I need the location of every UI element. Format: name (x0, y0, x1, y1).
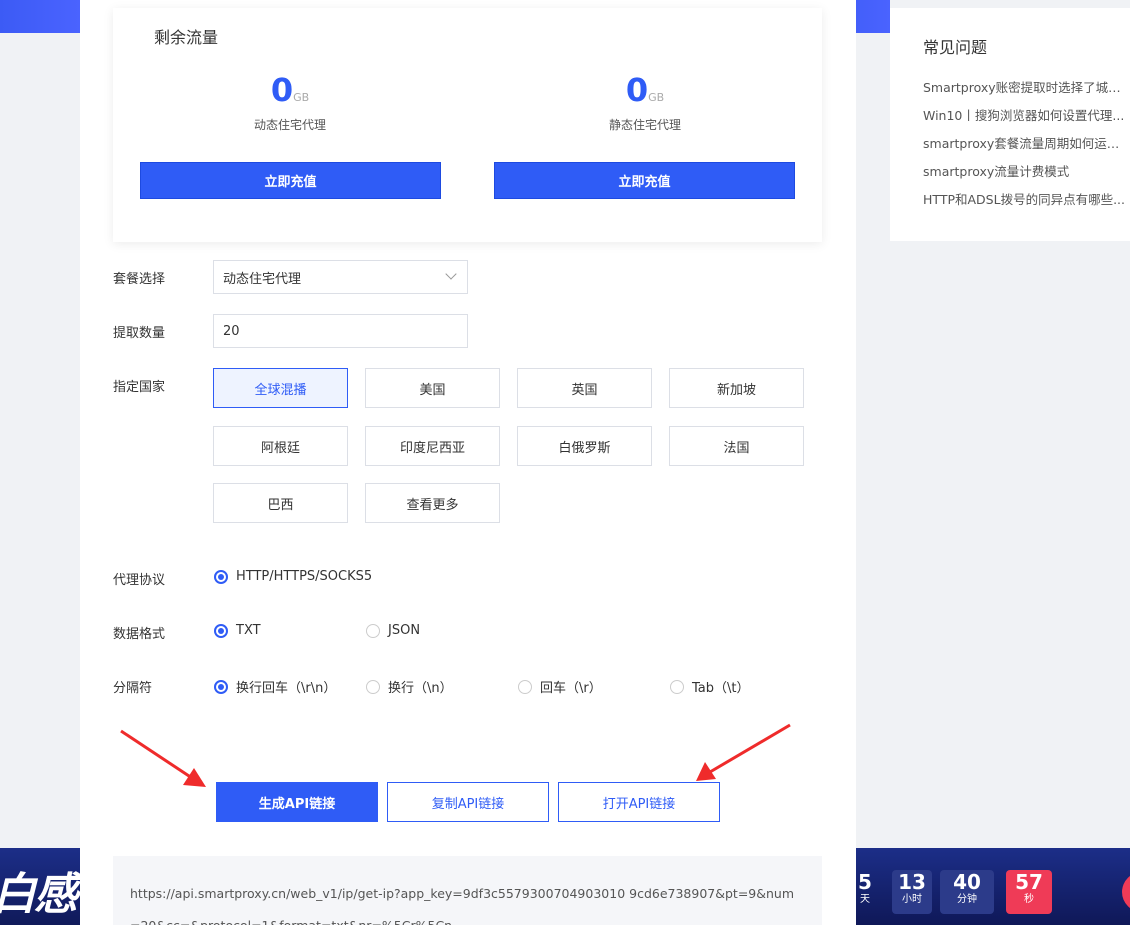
radio-checked-icon (214, 569, 228, 584)
package-select-value: 动态住宅代理 (223, 271, 302, 287)
format-radio-json[interactable]: JSON (366, 623, 420, 638)
countdown-unit: 秒 (1024, 894, 1034, 905)
separator-radio-cr[interactable]: 回车（\r） (518, 677, 602, 696)
radio-unchecked-icon (366, 623, 380, 638)
country-option-brazil[interactable]: 巴西 (213, 483, 348, 523)
stat-unit: GB (293, 91, 310, 104)
radio-label: HTTP/HTTPS/SOCKS5 (236, 569, 373, 584)
radio-label: 回车（\r） (540, 681, 602, 696)
promo-banner-right[interactable]: 5 天 13 小时 40 分钟 57 秒 (856, 848, 1130, 925)
radio-unchecked-icon (518, 679, 532, 694)
format-radio-txt[interactable]: TXT (214, 623, 261, 638)
recharge-button-dynamic[interactable]: 立即充值 (140, 162, 441, 199)
separator-radio-tab[interactable]: Tab（\t） (670, 677, 750, 696)
protocol-label: 代理协议 (113, 573, 166, 588)
promo-banner-left[interactable]: 白感 (0, 848, 80, 925)
faq-link[interactable]: Smartproxy账密提取时选择了城市... (923, 74, 1130, 102)
recharge-button-static[interactable]: 立即充值 (494, 162, 795, 199)
stat-value: 0 (270, 71, 294, 109)
copy-api-link-button[interactable]: 复制API链接 (387, 782, 549, 822)
card-title: 剩余流量 (154, 28, 219, 47)
stat-unit: GB (648, 91, 665, 104)
radio-label: TXT (236, 623, 261, 638)
quantity-label: 提取数量 (113, 326, 166, 341)
radio-label: JSON (388, 623, 421, 638)
format-label: 数据格式 (113, 627, 166, 642)
protocol-radio-http[interactable]: HTTP/HTTPS/SOCKS5 (214, 569, 372, 584)
radio-label: 换行回车（\r\n） (236, 681, 337, 696)
country-option-uk[interactable]: 英国 (517, 368, 652, 408)
faq-title: 常见问题 (923, 38, 988, 57)
faq-link[interactable]: smartproxy流量计费模式 (923, 158, 1130, 186)
faq-link[interactable]: Win10丨搜狗浏览器如何设置代理... (923, 102, 1130, 130)
country-option-belarus[interactable]: 白俄罗斯 (517, 426, 652, 466)
countdown-unit: 小时 (902, 894, 922, 905)
stat-label: 静态住宅代理 (608, 118, 681, 132)
countdown-number: 40 (953, 870, 981, 894)
country-label: 指定国家 (113, 380, 166, 395)
country-option-global[interactable]: 全球混播 (213, 368, 348, 408)
countdown-hours: 13 小时 (892, 870, 932, 914)
radio-checked-icon (214, 623, 228, 638)
faq-panel: 常见问题 Smartproxy账密提取时选择了城市... Win10丨搜狗浏览器… (890, 8, 1130, 241)
country-option-usa[interactable]: 美国 (365, 368, 500, 408)
top-banner-strip (0, 0, 80, 33)
faq-link[interactable]: HTTP和ADSL拨号的同异点有哪些... (923, 186, 1130, 214)
country-option-france[interactable]: 法国 (669, 426, 804, 466)
quantity-input[interactable]: 20 (213, 314, 468, 348)
separator-label: 分隔符 (113, 681, 153, 696)
countdown-seconds: 57 秒 (1006, 870, 1052, 914)
chevron-down-icon (445, 268, 457, 280)
dynamic-residential-stat: 0GB 动态住宅代理 (190, 70, 390, 133)
faq-link[interactable]: smartproxy套餐流量周期如何运算... (923, 130, 1130, 158)
countdown-minutes: 40 分钟 (940, 870, 994, 914)
radio-checked-icon (214, 679, 228, 694)
promo-circle-icon (1122, 872, 1130, 912)
generate-api-link-button[interactable]: 生成API链接 (216, 782, 378, 822)
stat-label: 动态住宅代理 (253, 118, 326, 132)
country-view-more[interactable]: 查看更多 (365, 483, 500, 523)
radio-unchecked-icon (670, 679, 684, 694)
countdown-number: 13 (898, 870, 926, 894)
country-option-singapore[interactable]: 新加坡 (669, 368, 804, 408)
countdown-unit: 天 (860, 894, 870, 905)
countdown-number: 5 (858, 870, 872, 894)
faq-list: Smartproxy账密提取时选择了城市... Win10丨搜狗浏览器如何设置代… (923, 74, 1130, 214)
countdown-unit: 分钟 (957, 894, 977, 905)
static-residential-stat: 0GB 静态住宅代理 (545, 70, 745, 133)
radio-label: Tab（\t） (692, 681, 750, 696)
traffic-card: 剩余流量 0GB 动态住宅代理 0GB 静态住宅代理 立即充值 立即充值 (113, 8, 822, 242)
package-select[interactable]: 动态住宅代理 (213, 260, 468, 294)
api-url-text[interactable]: https://api.smartproxy.cn/web_v1/ip/get-… (130, 878, 802, 925)
country-option-argentina[interactable]: 阿根廷 (213, 426, 348, 466)
countdown-days: 5 天 (856, 870, 874, 914)
promo-banner-text: 白感 (0, 869, 78, 920)
open-api-link-button[interactable]: 打开API链接 (558, 782, 720, 822)
countdown-number: 57 (1015, 870, 1043, 894)
package-label: 套餐选择 (113, 272, 166, 287)
stat-value: 0 (625, 71, 649, 109)
radio-label: 换行（\n） (388, 681, 453, 696)
separator-radio-lf[interactable]: 换行（\n） (366, 677, 453, 696)
radio-unchecked-icon (366, 679, 380, 694)
api-url-box: https://api.smartproxy.cn/web_v1/ip/get-… (113, 856, 822, 925)
separator-radio-crlf[interactable]: 换行回车（\r\n） (214, 677, 336, 696)
country-option-indonesia[interactable]: 印度尼西亚 (365, 426, 500, 466)
